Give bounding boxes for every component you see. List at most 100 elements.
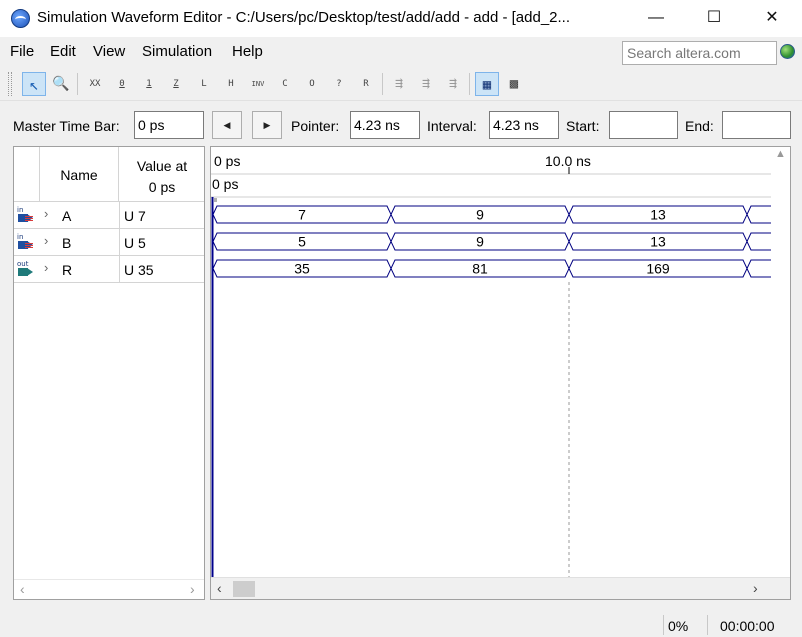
bus-waveform-edge bbox=[212, 213, 771, 224]
value-header-line2: 0 ps bbox=[148, 179, 176, 195]
menu-edit[interactable]: Edit bbox=[50, 43, 76, 60]
signal-value: U 35 bbox=[119, 256, 204, 282]
snap-to-grid-icon[interactable]: ⇶ bbox=[387, 72, 411, 96]
scroll-thumb[interactable] bbox=[233, 581, 255, 597]
pin-direction-label: in bbox=[17, 233, 24, 241]
close-button[interactable]: ✕ bbox=[743, 0, 801, 37]
time-label-mid: 10.0 ns bbox=[545, 153, 591, 169]
reveal-icon[interactable]: ⇶ bbox=[441, 72, 465, 96]
waveform-vertical-scrollbar[interactable]: ▲ bbox=[771, 147, 790, 577]
next-transition-button[interactable]: ▶ bbox=[252, 111, 282, 139]
bus-value-label: 5 bbox=[298, 234, 306, 250]
forcing-low-icon[interactable]: 0 bbox=[110, 72, 134, 96]
toolbar: ↖ 🔍 XX 0 1 Z L H INV C O ? R ⇶ ⇶ ⇶ ▦ ▩ bbox=[0, 67, 802, 101]
interval-field: 4.23 ns bbox=[489, 111, 559, 139]
quartus-app-icon bbox=[11, 9, 30, 28]
scroll-up-icon[interactable]: ▲ bbox=[775, 148, 786, 160]
signal-row-a[interactable]: in › A U 7 bbox=[14, 202, 204, 229]
search-input[interactable]: Search altera.com bbox=[622, 41, 777, 65]
menu-view[interactable]: View bbox=[93, 43, 125, 60]
forcing-unknown-icon[interactable]: XX bbox=[83, 72, 107, 96]
start-field[interactable] bbox=[609, 111, 678, 139]
marker-handle[interactable] bbox=[214, 198, 217, 202]
overwrite-clock-icon[interactable]: O bbox=[300, 72, 324, 96]
signal-value: U 7 bbox=[119, 202, 204, 228]
previous-transition-button[interactable]: ◀ bbox=[212, 111, 242, 139]
selection-tool-icon[interactable]: ↖ bbox=[22, 72, 46, 96]
left-horizontal-scrollbar[interactable]: ‹ › bbox=[14, 579, 204, 599]
menu-file[interactable]: File bbox=[10, 43, 34, 60]
minimize-button[interactable]: — bbox=[627, 0, 685, 37]
expand-chevron-icon[interactable]: › bbox=[44, 206, 48, 221]
interval-label: Interval: bbox=[427, 118, 477, 134]
bus-value-label: 169 bbox=[646, 261, 670, 277]
menu-simulation[interactable]: Simulation bbox=[142, 43, 212, 60]
forcing-high-icon[interactable]: 1 bbox=[137, 72, 161, 96]
pin-direction-label: in bbox=[17, 206, 24, 214]
waveform-canvas[interactable]: 0 ps 10.0 ns 0 ps 7 9 13 5 9 13 35 81 169 bbox=[211, 147, 771, 577]
window-title: Simulation Waveform Editor - C:/Users/pc… bbox=[37, 9, 571, 26]
toolbar-separator bbox=[382, 73, 383, 95]
scroll-right-icon[interactable]: › bbox=[753, 580, 758, 596]
signal-name: A bbox=[62, 208, 72, 224]
high-impedance-icon[interactable]: Z bbox=[164, 72, 188, 96]
pointer-field: 4.23 ns bbox=[350, 111, 420, 139]
zoom-tool-icon[interactable]: 🔍 bbox=[49, 72, 73, 96]
output-pin-icon: out bbox=[17, 260, 34, 277]
bus-value-label: 9 bbox=[476, 207, 484, 223]
value-column-header[interactable]: Value at 0 ps bbox=[119, 147, 205, 201]
marker-time-label: 0 ps bbox=[212, 176, 238, 192]
toolbar-grip[interactable] bbox=[8, 72, 12, 96]
waveform-pane[interactable]: 0 ps 10.0 ns 0 ps 7 9 13 5 9 13 35 81 169 ▲ ‹ › bbox=[210, 146, 791, 600]
signal-name: R bbox=[62, 262, 73, 278]
bus-value-label: 35 bbox=[294, 261, 310, 277]
value-header-line1: Value at bbox=[136, 158, 188, 174]
arbitrary-value-icon[interactable]: ? bbox=[327, 72, 351, 96]
bus-value-label: 13 bbox=[650, 207, 666, 223]
bus-value-label: 81 bbox=[472, 261, 488, 277]
bus-waveform-edge bbox=[212, 240, 771, 251]
bus-value-label: 7 bbox=[298, 207, 306, 223]
bus-waveform-edge bbox=[212, 205, 771, 216]
move-grid-icon[interactable]: ⇶ bbox=[414, 72, 438, 96]
bus-value-label: 9 bbox=[476, 234, 484, 250]
globe-icon[interactable] bbox=[780, 44, 795, 59]
master-time-bar-label: Master Time Bar: bbox=[13, 118, 120, 134]
count-value-icon[interactable]: C bbox=[273, 72, 297, 96]
signal-row-r[interactable]: out › R U 35 bbox=[14, 256, 204, 283]
scroll-left-icon[interactable]: ‹ bbox=[20, 581, 25, 597]
expand-chevron-icon[interactable]: › bbox=[44, 233, 48, 248]
elapsed-time: 00:00:00 bbox=[720, 618, 775, 634]
name-column-header[interactable]: Name bbox=[39, 147, 119, 201]
time-label-start: 0 ps bbox=[214, 153, 240, 169]
weak-high-icon[interactable]: H bbox=[219, 72, 243, 96]
bus-value-label: 13 bbox=[650, 234, 666, 250]
invert-icon[interactable]: INV bbox=[246, 72, 270, 96]
pointer-label: Pointer: bbox=[291, 118, 340, 134]
grid-settings-icon[interactable]: ▦ bbox=[475, 72, 499, 96]
toolbar-separator bbox=[77, 73, 78, 95]
status-bar: 0% 00:00:00 bbox=[0, 612, 802, 637]
status-separator bbox=[707, 615, 708, 635]
signal-list-pane: Name Value at 0 ps in › A U 7 in › B U 5… bbox=[13, 146, 205, 600]
input-pin-icon: in bbox=[17, 206, 34, 223]
menu-help[interactable]: Help bbox=[232, 43, 263, 60]
time-bar: Master Time Bar: 0 ps ◀ ▶ Pointer: 4.23 … bbox=[0, 101, 802, 145]
scroll-right-icon[interactable]: › bbox=[190, 581, 195, 597]
weak-low-icon[interactable]: L bbox=[192, 72, 216, 96]
random-values-icon[interactable]: R bbox=[354, 72, 378, 96]
maximize-button[interactable]: ☐ bbox=[685, 0, 743, 37]
signal-row-b[interactable]: in › B U 5 bbox=[14, 229, 204, 256]
progress-percent: 0% bbox=[668, 618, 689, 634]
expand-chevron-icon[interactable]: › bbox=[44, 260, 48, 275]
scroll-left-icon[interactable]: ‹ bbox=[217, 580, 222, 596]
signal-value: U 5 bbox=[119, 229, 204, 255]
title-bar: Simulation Waveform Editor - C:/Users/pc… bbox=[0, 0, 802, 37]
waveform-horizontal-scrollbar[interactable]: ‹ › bbox=[211, 577, 790, 599]
waveform-display-icon[interactable]: ▩ bbox=[502, 72, 526, 96]
status-separator bbox=[663, 615, 664, 635]
waveform-rows: 7 9 13 5 9 13 35 81 169 bbox=[212, 205, 771, 278]
master-time-bar-field[interactable]: 0 ps bbox=[134, 111, 204, 139]
bus-waveform-edge bbox=[212, 232, 771, 243]
end-field[interactable] bbox=[722, 111, 791, 139]
